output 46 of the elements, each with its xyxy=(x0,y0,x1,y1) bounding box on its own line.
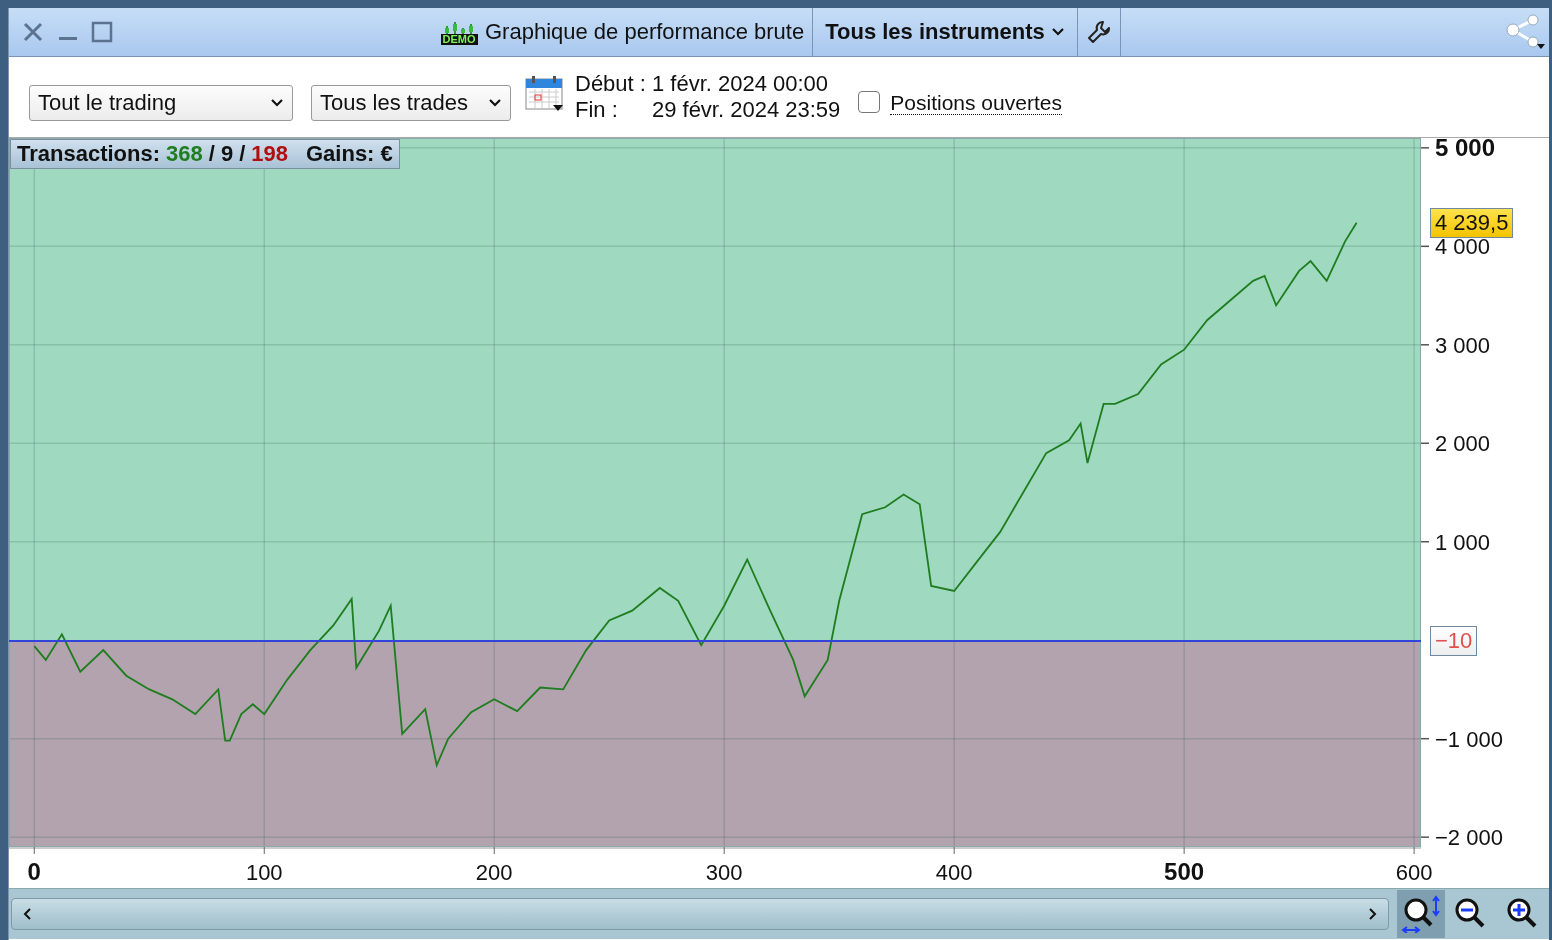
separator: / xyxy=(239,141,246,167)
checkbox[interactable] xyxy=(858,91,881,113)
start-label: Début : xyxy=(575,71,646,97)
open-positions-link[interactable]: Positions ouvertes xyxy=(890,91,1062,115)
x-tick-label: 200 xyxy=(475,860,513,885)
y-tick-label: −1 000 xyxy=(1435,726,1503,752)
loss-count: 198 xyxy=(251,141,288,167)
wrench-icon[interactable] xyxy=(1085,19,1112,45)
demo-logo: DEMO xyxy=(439,19,479,45)
x-tick-label: 600 xyxy=(1395,860,1433,885)
chevron-left-icon[interactable] xyxy=(22,907,34,921)
horizontal-scrollbar[interactable] xyxy=(11,898,1389,930)
win-count: 368 xyxy=(166,141,203,167)
instrument-dropdown[interactable]: Tous les instruments xyxy=(813,8,1078,56)
start-date: 1 févr. 2024 00:00 xyxy=(651,71,830,97)
caret-icon xyxy=(1050,27,1065,37)
y-tick-label: 1 000 xyxy=(1435,529,1491,555)
caret-icon xyxy=(270,98,284,108)
calendar-icon[interactable] xyxy=(525,75,565,113)
y-tick-label: −2 000 xyxy=(1435,825,1503,851)
separator: / xyxy=(208,141,215,167)
scope-dropdown[interactable]: Tout le trading xyxy=(29,85,293,121)
caret-icon xyxy=(488,98,502,108)
trades-dropdown[interactable]: Tous les trades xyxy=(311,85,511,121)
x-tick-label: 500 xyxy=(1164,858,1205,885)
window-title: Graphique de performance brute xyxy=(485,19,805,45)
last-value-label: 4 239,5 xyxy=(1430,207,1514,238)
x-tick-label: 400 xyxy=(935,860,973,885)
zoom-fit-icon xyxy=(1401,895,1441,933)
close-icon[interactable] xyxy=(21,20,45,44)
even-count: 9 xyxy=(220,141,234,167)
end-date: 29 févr. 2024 23:59 xyxy=(651,97,841,123)
x-tick-label: 0 xyxy=(27,858,41,885)
y-tick-label: 2 000 xyxy=(1435,431,1491,457)
stats-label: Transactions: xyxy=(17,141,161,167)
end-label: Fin : xyxy=(575,97,619,123)
baseline-value-label: −10 xyxy=(1430,626,1478,657)
gains-label: Gains: xyxy=(306,141,375,167)
chevron-right-icon[interactable] xyxy=(1366,907,1378,921)
gains-value: € xyxy=(380,141,393,167)
x-tick-label: 300 xyxy=(705,860,743,885)
y-tick-label: 5 000 xyxy=(1435,138,1496,161)
zoom-fit-button[interactable] xyxy=(1397,890,1445,938)
maximize-icon[interactable] xyxy=(91,21,113,43)
x-tick-label: 100 xyxy=(245,860,283,885)
y-tick-label: 3 000 xyxy=(1435,332,1491,358)
